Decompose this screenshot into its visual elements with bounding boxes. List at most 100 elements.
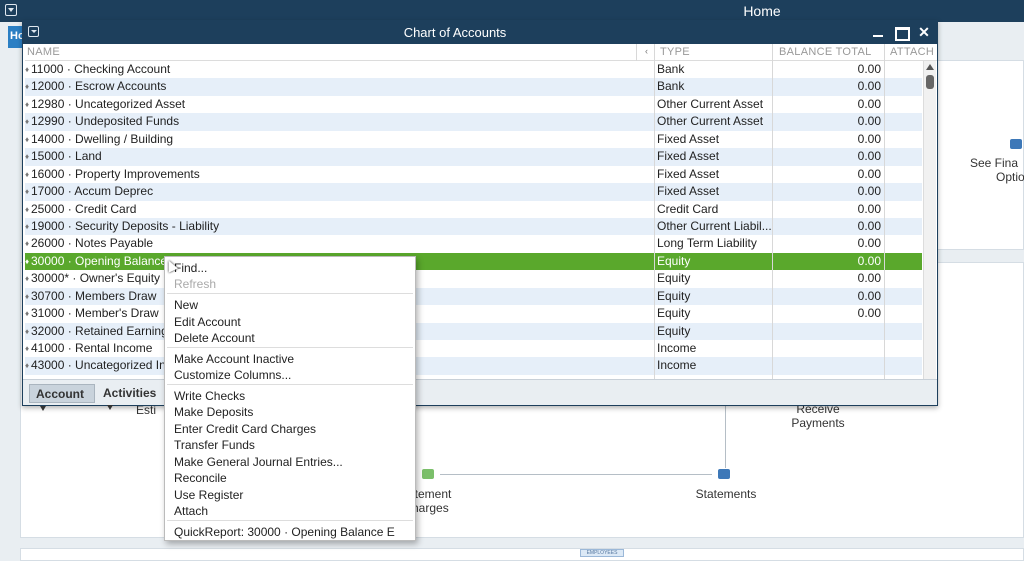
column-divider — [884, 61, 885, 399]
account-type: Income — [657, 358, 697, 373]
menu-item[interactable]: QuickReport: 30000 · Opening Balance E — [174, 524, 395, 540]
account-name: ♦ 12980 · Uncategorized Asset — [25, 96, 633, 113]
menu-item[interactable]: Write Checks — [174, 388, 245, 404]
column-divider — [654, 61, 655, 399]
account-name: ♦ 12000 · Escrow Accounts — [25, 78, 633, 95]
receive-payments-link[interactable]: Receive Payments — [776, 402, 860, 430]
menu-item[interactable]: Reconcile — [174, 470, 227, 486]
account-name-text: 43000 · Uncategorized In — [31, 358, 166, 373]
account-type: Equity — [657, 288, 691, 303]
account-name-text: 11000 · Checking Account — [31, 62, 171, 76]
account-name-text: 17000 · Accum Deprec — [31, 184, 154, 199]
account-type: Credit Card — [657, 201, 719, 216]
account-row[interactable]: ♦ 12000 · Escrow Accounts Bank 0.00 — [25, 78, 922, 96]
account-row[interactable]: ♦ 43000 · Uncategorized In Income — [25, 357, 922, 375]
vertical-scrollbar[interactable] — [923, 61, 936, 399]
account-name-text: 30000 · Opening Balance — [31, 253, 168, 268]
menu-item[interactable]: Find... — [174, 260, 207, 276]
column-header-attach[interactable]: ATTACH — [890, 46, 934, 58]
account-row[interactable]: ♦ 15000 · Land Fixed Asset 0.00 — [25, 148, 922, 166]
menu-item[interactable]: Customize Columns... — [174, 367, 291, 383]
account-name-text: 31000 · Member's Draw — [31, 306, 159, 321]
menu-item[interactable]: New — [174, 297, 198, 313]
account-row[interactable]: ♦ 30000* · Owner's Equity Equity 0.00 — [25, 270, 922, 287]
account-type: Fixed Asset — [657, 149, 720, 164]
account-balance: 0.00 — [857, 201, 881, 216]
account-balance: 0.00 — [857, 288, 881, 303]
column-header-type[interactable]: TYPE — [660, 46, 690, 58]
see-financing-link[interactable]: See Fina Optio — [970, 156, 1024, 184]
account-name-text: 19000 · Security Deposits - Liability — [31, 218, 220, 233]
account-type: Other Current Asset — [657, 96, 764, 111]
sort-indicator-icon[interactable]: ‹ — [645, 46, 648, 56]
column-divider[interactable] — [636, 44, 637, 61]
statement-charges-icon[interactable] — [422, 469, 434, 479]
account-type: Equity — [657, 306, 691, 321]
account-type: Other Current Asset — [657, 114, 764, 129]
column-divider[interactable] — [654, 44, 655, 61]
account-name-text: 30000* · Owner's Equity — [31, 271, 161, 286]
statements-link[interactable]: Statements — [686, 487, 766, 501]
account-row[interactable]: ♦ 32000 · Retained Earning Equity — [25, 322, 922, 340]
account-row[interactable]: ♦ 41000 · Rental Income Income — [25, 340, 922, 357]
account-row[interactable]: ♦ 12990 · Undeposited Funds Other Current … — [25, 113, 922, 131]
account-balance: 0.00 — [857, 218, 881, 233]
home-panel-bottom — [20, 548, 1024, 561]
menu-item[interactable]: Enter Credit Card Charges — [174, 421, 316, 437]
account-name-text: 26000 · Notes Payable — [31, 236, 154, 251]
account-menu-button[interactable]: Account — [29, 384, 95, 412]
financing-icon[interactable] — [1010, 139, 1022, 149]
account-row[interactable]: ♦ 16000 · Property Improvements Fixed Asse… — [25, 166, 922, 183]
menu-item[interactable]: Delete Account — [174, 330, 255, 346]
menu-item[interactable]: Make General Journal Entries... — [174, 454, 343, 470]
menu-item[interactable]: Make Account Inactive — [174, 351, 294, 367]
account-name-text: 16000 · Property Improvements — [31, 166, 200, 181]
column-header-name[interactable]: NAME — [27, 46, 60, 58]
menu-item[interactable]: Use Register — [174, 487, 243, 503]
account-type: Equity — [657, 323, 691, 338]
close-icon[interactable]: ✕ — [917, 25, 931, 39]
account-type: Equity — [657, 271, 691, 286]
account-row[interactable]: ♦ 11000 · Checking Account Bank 0.00 — [25, 61, 922, 78]
minimize-icon[interactable] — [871, 25, 885, 39]
menu-item[interactable]: Attach — [174, 503, 208, 519]
account-row[interactable]: ♦ 12980 · Uncategorized Asset Other Curren… — [25, 96, 922, 113]
account-name-text: 32000 · Retained Earning — [31, 323, 168, 338]
scroll-up-icon[interactable] — [926, 64, 934, 70]
account-row[interactable]: ♦ 31000 · Member's Draw Equity 0.00 — [25, 305, 922, 322]
scroll-thumb[interactable] — [926, 75, 934, 89]
account-row[interactable]: ♦ 30700 · Members Draw Equity 0.00 — [25, 287, 922, 306]
activities-button-label: Activities — [103, 386, 157, 400]
account-name: ♦ 16000 · Property Improvements — [25, 166, 633, 183]
account-balance: 0.00 — [857, 306, 881, 321]
activities-menu-button[interactable]: Activities — [97, 384, 167, 411]
account-balance: 0.00 — [857, 149, 881, 164]
menu-item[interactable]: Edit Account — [174, 314, 241, 330]
app-title: Home — [743, 3, 781, 19]
account-type: Fixed Asset — [657, 166, 720, 181]
column-divider[interactable] — [884, 44, 885, 61]
account-row[interactable]: ♦ 19000 · Security Deposits - Liability Ot… — [25, 217, 922, 236]
column-divider[interactable] — [772, 44, 773, 61]
account-balance: 0.00 — [857, 184, 881, 199]
maximize-icon[interactable] — [894, 25, 910, 41]
account-type: Fixed Asset — [657, 131, 720, 146]
account-balance: 0.00 — [857, 114, 881, 129]
account-row[interactable]: ♦ 14000 · Dwelling / Building Fixed Asset 0… — [25, 131, 922, 148]
account-row[interactable]: ♦ 26000 · Notes Payable Long Term Liabilit… — [25, 235, 922, 252]
account-row[interactable]: ♦ 17000 · Accum Deprec Fixed Asset 0.00 — [25, 183, 922, 201]
account-row[interactable]: ♦ 30000 · Opening Balance Equity 0.00 — [25, 252, 922, 271]
account-balance: 0.00 — [857, 236, 881, 251]
employees-badge[interactable]: EMPLOYEES — [580, 549, 624, 557]
column-header-balance[interactable]: BALANCE TOTAL — [779, 46, 872, 58]
account-balance: 0.00 — [857, 131, 881, 146]
account-balance: 0.00 — [857, 271, 881, 286]
menu-separator — [167, 293, 413, 294]
window-title-bar[interactable]: Chart of Accounts ✕ — [23, 21, 937, 44]
statements-icon[interactable] — [718, 469, 730, 479]
receive-payments-line2: Payments — [791, 416, 845, 430]
account-name: ♦ 11000 · Checking Account — [25, 61, 633, 78]
account-row[interactable]: ♦ 25000 · Credit Card Credit Card 0.00 — [25, 201, 922, 218]
menu-item[interactable]: Make Deposits — [174, 404, 253, 420]
menu-item[interactable]: Transfer Funds — [174, 437, 255, 453]
